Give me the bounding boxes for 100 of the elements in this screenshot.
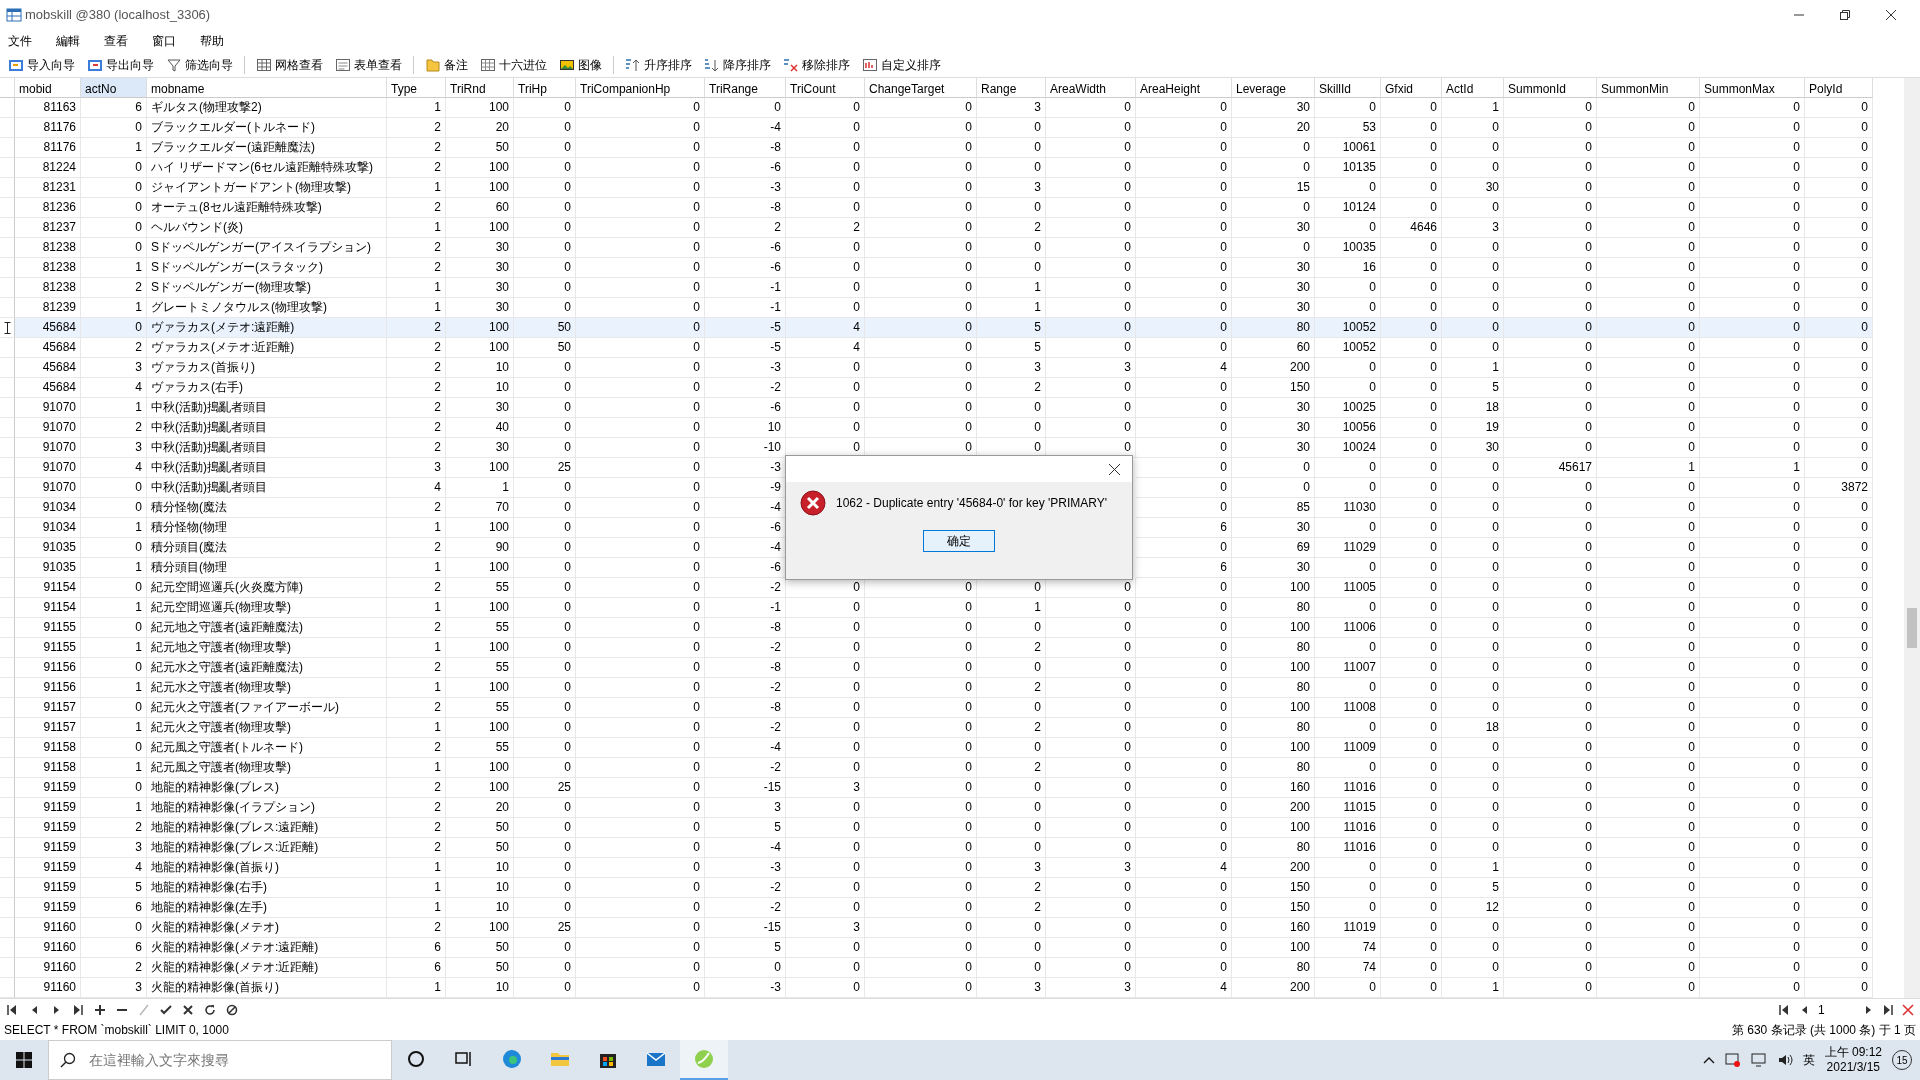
table-cell: 1 (387, 638, 446, 658)
table-cell: 0 (1504, 758, 1597, 778)
table-cell: 91158 (15, 758, 81, 778)
column-header[interactable]: actNo (81, 78, 147, 98)
table-cell: 0 (1805, 418, 1873, 438)
table-cell: 91159 (15, 898, 81, 918)
table-cell: 0 (576, 418, 705, 438)
table-cell: 0 (1805, 598, 1873, 618)
clock-time[interactable]: 上午 09:12 (1824, 1045, 1882, 1060)
table-cell: 0 (1805, 258, 1873, 278)
table-cell: 0 (1700, 398, 1805, 418)
table-cell: -2 (705, 718, 786, 738)
column-header[interactable]: Range (977, 78, 1046, 98)
chevron-up-icon[interactable] (1702, 1055, 1715, 1065)
table-cell: 0 (1504, 678, 1597, 698)
table-cell: 0 (1381, 978, 1442, 998)
table-cell: 0 (1046, 878, 1136, 898)
table-cell: 0 (1597, 758, 1700, 778)
toolbar-button[interactable]: 图像 (555, 55, 606, 74)
table-cell: 0 (514, 378, 576, 398)
table-cell: 中秋(活動)搗亂者頭目 (147, 478, 387, 498)
table-cell: 0 (1700, 178, 1805, 198)
table-cell: 0 (514, 238, 576, 258)
table-cell: 0 (786, 198, 865, 218)
menu-item[interactable]: 查看 (104, 32, 128, 50)
menu-item[interactable]: 帮助 (200, 32, 224, 50)
column-header[interactable]: SkillId (1315, 78, 1381, 98)
toolbar-button[interactable]: 导入向导 (4, 55, 79, 74)
table-cell: 0 (514, 398, 576, 418)
table-cell: 53 (1315, 118, 1381, 138)
menu-item[interactable]: 文件 (8, 32, 32, 50)
toolbar-button[interactable]: 降序排序 (700, 55, 775, 74)
toolbar-button[interactable]: 升序排序 (621, 55, 696, 74)
table-cell: 30 (446, 398, 514, 418)
column-header[interactable]: mobid (15, 78, 81, 98)
column-header[interactable]: AreaHeight (1136, 78, 1232, 98)
column-header[interactable]: SummonMin (1597, 78, 1700, 98)
toolbar-button[interactable]: 网格查看 (252, 55, 327, 74)
column-header[interactable]: TriCompanionHp (576, 78, 705, 98)
menu-item[interactable]: 編輯 (56, 32, 80, 50)
ok-button[interactable]: 确定 (923, 530, 995, 552)
toolbar-button[interactable]: 移除排序 (779, 55, 854, 74)
column-header[interactable]: TriCount (786, 78, 865, 98)
table-cell: 0 (81, 318, 147, 338)
table-cell: 地龍的精神影像(左手) (147, 898, 387, 918)
table-cell: 0 (865, 818, 977, 838)
column-header[interactable]: TriRange (705, 78, 786, 98)
table-cell: 地龍的精神影像(ブレス) (147, 778, 387, 798)
toolbar-button[interactable]: 自定义排序 (858, 55, 945, 74)
table-cell: 0 (786, 118, 865, 138)
table-cell: 0 (1315, 598, 1381, 618)
table-cell: 91070 (15, 458, 81, 478)
column-header[interactable]: AreaWidth (1046, 78, 1136, 98)
scrollbar[interactable] (1904, 78, 1920, 998)
column-header[interactable]: Type (387, 78, 446, 98)
table-cell: 0 (1700, 218, 1805, 238)
table-cell: 10135 (1315, 158, 1381, 178)
column-header[interactable]: TriRnd (446, 78, 514, 98)
column-header[interactable]: TriHp (514, 78, 576, 98)
column-header[interactable]: ChangeTarget (865, 78, 977, 98)
table-cell: 0 (81, 198, 147, 218)
column-header[interactable]: Leverage (1232, 78, 1315, 98)
search-field[interactable]: 在這裡輸入文字來搜尋 (48, 1040, 392, 1080)
toolbar-button[interactable]: 备注 (421, 55, 472, 74)
column-header[interactable]: ActId (1442, 78, 1504, 98)
table-cell: 0 (1136, 778, 1232, 798)
table-cell: 0 (576, 658, 705, 678)
speaker-icon[interactable] (1776, 1052, 1793, 1068)
clock-date[interactable]: 2021/3/15 (1826, 1060, 1880, 1075)
column-header[interactable]: SummonId (1504, 78, 1597, 98)
column-header[interactable]: PolyId (1805, 78, 1873, 98)
table-cell: 0 (1700, 318, 1805, 338)
table-cell: 0 (786, 798, 865, 818)
table-cell: 0 (1504, 418, 1597, 438)
table-cell: 0 (514, 718, 576, 738)
table-cell: -1 (705, 598, 786, 618)
table-cell: 0 (514, 878, 576, 898)
table-cell: 0 (1381, 378, 1442, 398)
toolbar-button[interactable]: 表单查看 (331, 55, 406, 74)
table-cell: 0 (786, 398, 865, 418)
table-cell: 1 (81, 138, 147, 158)
network-icon[interactable] (1750, 1052, 1767, 1068)
table-cell: 0 (81, 538, 147, 558)
column-header[interactable]: SummonMax (1700, 78, 1805, 98)
toolbar-button[interactable]: 十六进位 (476, 55, 551, 74)
table-cell: 0 (1504, 218, 1597, 238)
table-cell: 0 (514, 858, 576, 878)
tray-app-icon[interactable] (1724, 1052, 1741, 1068)
error-message: 1062 - Duplicate entry '45684-0' for key 'PRIMARY' (836, 495, 1108, 512)
table-cell: 0 (1381, 778, 1442, 798)
input-method-indicator[interactable]: 英 (1802, 1051, 1815, 1069)
minus-icon (117, 1008, 127, 1011)
column-header[interactable]: mobname (147, 78, 387, 98)
menu-item[interactable]: 窗口 (152, 32, 176, 50)
column-header[interactable]: Gfxid (1381, 78, 1442, 98)
first-record-icon (5, 1002, 19, 1017)
table-cell: 0 (1442, 618, 1504, 638)
toolbar-button[interactable]: 导出向导 (83, 55, 158, 74)
toolbar-button[interactable]: 筛选向导 (162, 55, 237, 74)
table-cell: 火龍的精神影像(首振り) (147, 978, 387, 998)
